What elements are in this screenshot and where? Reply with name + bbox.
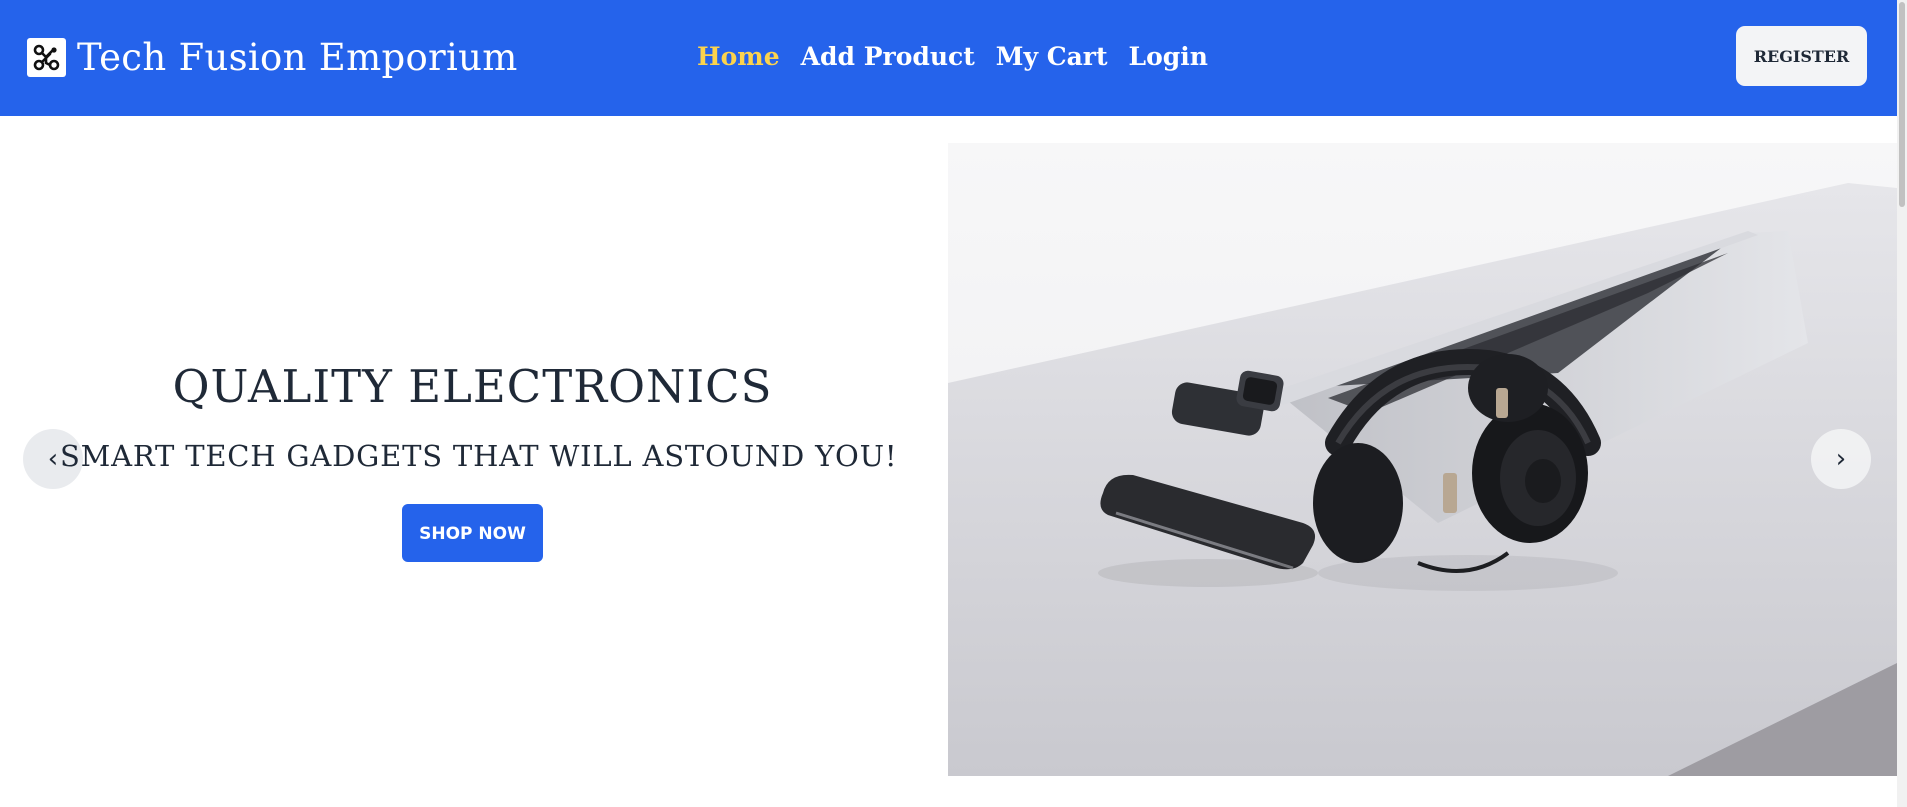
nav-link-my-cart[interactable]: My Cart (996, 42, 1108, 71)
circuit-icon (27, 37, 66, 77)
shop-now-button[interactable]: SHOP NOW (402, 504, 543, 562)
nav-link-login[interactable]: Login (1129, 42, 1208, 71)
top-navbar: Tech Fusion Emporium Home Add Product My… (0, 0, 1897, 116)
scrollbar-thumb[interactable] (1899, 2, 1905, 207)
brand[interactable]: Tech Fusion Emporium (27, 34, 518, 80)
nav-link-add-product[interactable]: Add Product (801, 42, 975, 71)
nav-link-home[interactable]: Home (697, 42, 780, 71)
hero-title: QUALITY ELECTRONICS (172, 360, 773, 413)
hero-text-block: QUALITY ELECTRONICS SMART TECH GADGETS T… (60, 360, 898, 562)
register-button[interactable]: REGISTER (1736, 26, 1867, 86)
brand-name: Tech Fusion Emporium (77, 35, 518, 79)
carousel-next-button[interactable]: › (1811, 429, 1871, 489)
desk-gadgets-photo (948, 143, 1897, 776)
main-nav: Home Add Product My Cart Login (697, 36, 1229, 76)
hero-subtitle: SMART TECH GADGETS THAT WILL ASTOUND YOU… (60, 439, 898, 473)
